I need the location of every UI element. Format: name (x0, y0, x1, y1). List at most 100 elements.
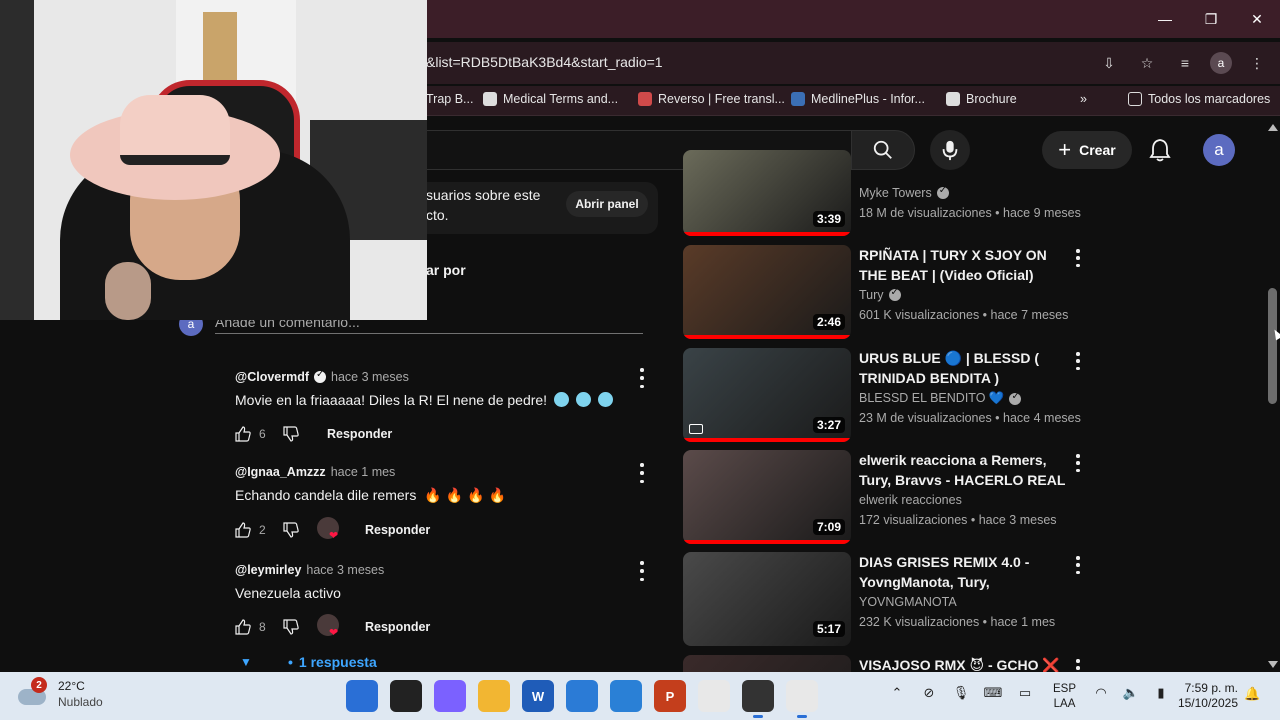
install-app-icon[interactable]: ⇩ (1096, 50, 1122, 76)
scroll-up-icon[interactable] (1268, 124, 1278, 131)
restore-icon[interactable]: ❐ (1188, 0, 1234, 38)
minimize-icon[interactable]: — (1142, 0, 1188, 38)
comment-menu-icon[interactable] (638, 463, 646, 483)
video-thumbnail[interactable]: 5:17 (683, 552, 851, 646)
wifi-icon: ◠ (1095, 685, 1107, 700)
menu-kebab-icon[interactable]: ⋮ (1244, 50, 1270, 76)
powerpoint-app[interactable]: P (654, 680, 686, 712)
video-title[interactable]: URUS BLUE 🔵 | BLESSD ( TRINIDAD BENDITA … (859, 348, 1071, 388)
language-indicator[interactable]: ESP LAA (1053, 682, 1076, 712)
show-replies-button[interactable]: ▼ • 1 respuesta (240, 654, 377, 670)
channel-name[interactable]: elwerik reacciones (859, 493, 962, 507)
media-control-icon[interactable]: ≡ (1172, 50, 1198, 76)
sort-comments-button[interactable]: ar por (426, 262, 466, 278)
file-explorer-app[interactable] (390, 680, 422, 712)
comment-time[interactable]: hace 1 mes (331, 465, 396, 479)
channel-name[interactable]: Tury (859, 287, 901, 302)
start-button[interactable] (346, 680, 378, 712)
copilot-app[interactable] (434, 680, 466, 712)
dislike-icon[interactable] (283, 426, 299, 442)
reply-button[interactable]: Responder (365, 620, 430, 634)
no-network-icon[interactable]: ⊘ (920, 684, 938, 702)
bookmark-item[interactable]: Reverso | Free transl... (638, 92, 785, 106)
like-icon[interactable] (235, 426, 251, 442)
bookmark-item[interactable]: Medical Terms and... (483, 92, 618, 106)
comment-author[interactable]: @Ignaa_Amzzz (235, 465, 326, 479)
folder-app[interactable] (478, 680, 510, 712)
address-bar-actions: ⇩ ☆ ≡ a ⋮ (1096, 50, 1270, 76)
account-avatar[interactable]: a (1203, 134, 1235, 166)
comment-menu-icon[interactable] (638, 368, 646, 388)
clock[interactable]: 7:59 p. m. 15/10/2025 (1168, 681, 1238, 711)
scrollbar-thumb[interactable] (1268, 288, 1277, 404)
video-title[interactable]: DIAS GRISES REMIX 4.0 - YovngManota, Tur… (859, 552, 1071, 592)
chrome-profile-app[interactable] (786, 680, 818, 718)
store-app[interactable] (566, 680, 598, 712)
video-thumbnail[interactable]: 7:09 (683, 450, 851, 544)
recommended-video[interactable]: 7:09 elwerik reacciona a Remers, Tury, B… (683, 450, 1113, 546)
video-menu-icon[interactable] (1074, 454, 1082, 472)
reply-button[interactable]: Responder (365, 523, 430, 537)
taskbar-apps: WP (346, 680, 818, 718)
channel-name[interactable]: BLESSD EL BENDITO 💙 (859, 391, 1022, 406)
video-duration: 2:46 (812, 314, 845, 330)
video-thumbnail[interactable]: 3:39 (683, 150, 851, 236)
scroll-down-icon[interactable] (1268, 661, 1278, 668)
open-panel-button[interactable]: Abrir panel (566, 191, 648, 217)
quick-settings[interactable]: ◠ 🔈 ▮ (1092, 684, 1170, 702)
calendar-app[interactable] (610, 680, 642, 712)
fire-emoji-icon: 🔥 (467, 487, 485, 503)
comment-menu-icon[interactable] (638, 561, 646, 581)
all-bookmarks[interactable]: Todos los marcadores (1128, 92, 1270, 106)
video-title[interactable]: RPIÑATA | TURY X SJOY ON THE BEAT | (Vid… (859, 245, 1071, 285)
bookmark-item[interactable]: Brochure (946, 92, 1017, 106)
reply-button[interactable]: Responder (327, 427, 392, 441)
dislike-icon[interactable] (283, 619, 299, 635)
comment-author[interactable]: @Clovermdf (235, 370, 309, 384)
recommended-video[interactable]: 2:46 RPIÑATA | TURY X SJOY ON THE BEAT |… (683, 245, 1113, 341)
weather-widget[interactable]: 2 22°C Nublado (18, 677, 103, 710)
keyboard-icon[interactable]: ⌨ (984, 684, 1003, 702)
more-bookmarks-icon[interactable]: » (1080, 92, 1087, 106)
chevron-up-icon[interactable]: ⌃ (888, 684, 906, 702)
bookmark-item[interactable]: Trap B... (426, 92, 473, 106)
comment-author[interactable]: @leymirley (235, 563, 301, 577)
video-menu-icon[interactable] (1074, 556, 1082, 574)
video-thumbnail[interactable]: 3:27 (683, 348, 851, 442)
video-title[interactable]: elwerik reacciona a Remers, Tury, Bravvs… (859, 450, 1071, 490)
channel-name[interactable]: Myke Towers (859, 185, 949, 200)
notifications-button[interactable] (1146, 136, 1174, 164)
notice-line-2: cto. (426, 207, 449, 223)
recorder-app[interactable] (742, 680, 774, 718)
like-icon[interactable] (235, 619, 251, 635)
video-menu-icon[interactable] (1074, 352, 1082, 370)
bookmark-star-icon[interactable]: ☆ (1134, 50, 1160, 76)
video-menu-icon[interactable] (1074, 249, 1082, 267)
notification-bell-icon[interactable]: 🔔 (1244, 686, 1262, 704)
close-icon[interactable]: ✕ (1234, 0, 1280, 38)
url-text[interactable]: &list=RDB5DtBaK3Bd4&start_radio=1 (426, 54, 663, 70)
display-icon[interactable]: ▭ (1016, 684, 1034, 702)
recommended-video[interactable]: VISAJOSO RMX 😈 - GCHO ❌ (683, 655, 1113, 672)
comment-time[interactable]: hace 3 meses (306, 563, 384, 577)
video-title[interactable]: VISAJOSO RMX 😈 - GCHO ❌ (859, 655, 1071, 672)
video-thumbnail[interactable]: 2:46 (683, 245, 851, 339)
weather-temp: 22°C (58, 679, 85, 693)
bookmark-item[interactable]: MedlinePlus - Infor... (791, 92, 925, 106)
chrome-app[interactable] (698, 680, 730, 712)
channel-name[interactable]: YOVNGMANOTA (859, 595, 957, 609)
video-meta: 23 M de visualizaciones • hace 4 meses (859, 411, 1081, 425)
profile-avatar[interactable]: a (1210, 52, 1232, 74)
recommended-video[interactable]: 3:27 URUS BLUE 🔵 | BLESSD ( TRINIDAD BEN… (683, 348, 1113, 444)
word-app[interactable]: W (522, 680, 554, 712)
dislike-icon[interactable] (283, 522, 299, 538)
video-thumbnail[interactable] (683, 655, 851, 672)
comment-time[interactable]: hace 3 meses (331, 370, 409, 384)
like-icon[interactable] (235, 522, 251, 538)
video-duration: 3:39 (812, 211, 845, 227)
recommended-video[interactable]: 5:17 DIAS GRISES REMIX 4.0 - YovngManota… (683, 552, 1113, 648)
microphone-tray-icon[interactable]: 🎙 (952, 684, 970, 702)
video-menu-icon[interactable] (1074, 659, 1082, 672)
video-duration: 7:09 (812, 519, 845, 535)
recommended-video[interactable]: 3:39 Myke Towers 18 M de visualizaciones… (683, 150, 1113, 246)
